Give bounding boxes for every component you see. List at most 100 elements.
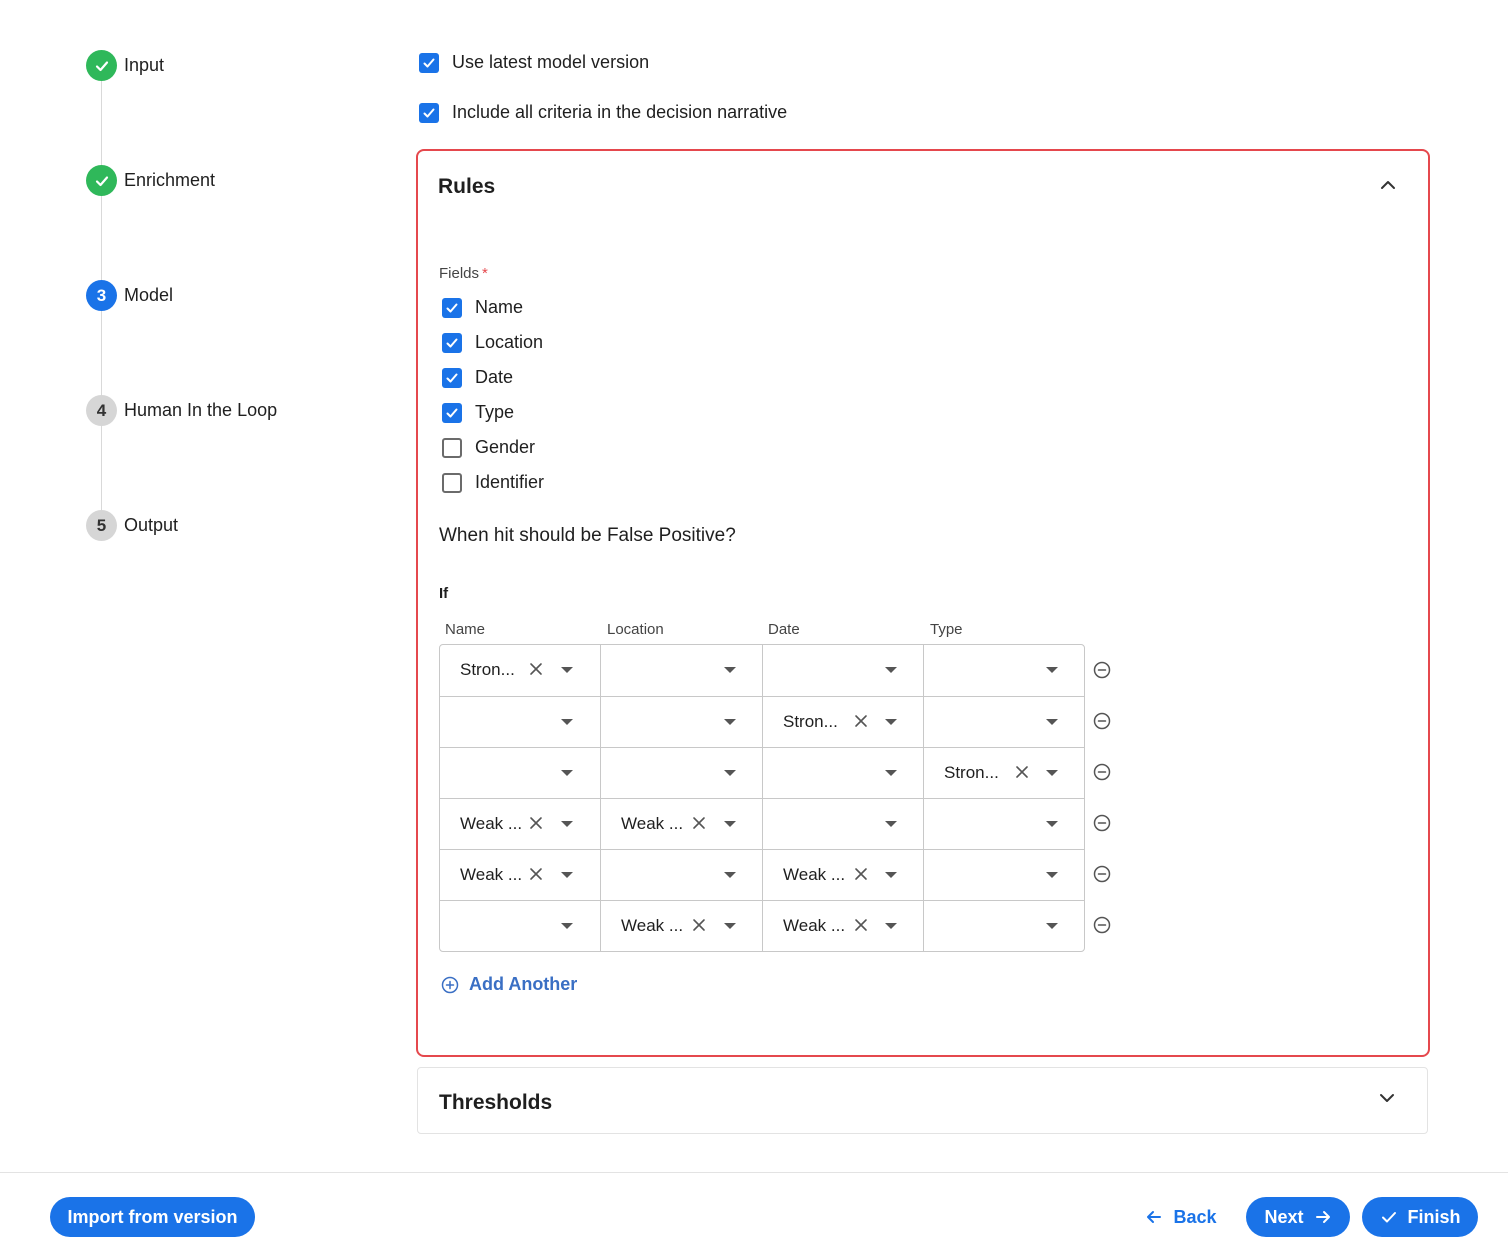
step-model[interactable]: 3 Model bbox=[86, 280, 173, 311]
rule-select-type[interactable] bbox=[923, 901, 1084, 951]
step-enrichment[interactable]: Enrichment bbox=[86, 165, 215, 196]
field-checkbox-date[interactable] bbox=[442, 367, 462, 388]
remove-row-icon[interactable] bbox=[1092, 711, 1112, 731]
finish-button[interactable]: Finish bbox=[1362, 1197, 1478, 1237]
step-human-in-the-loop[interactable]: 4 Human In the Loop bbox=[86, 395, 277, 426]
rule-row: Stron... bbox=[440, 696, 1084, 747]
dropdown-caret-icon[interactable] bbox=[1046, 923, 1058, 929]
back-label: Back bbox=[1173, 1206, 1217, 1227]
field-checkbox-gender[interactable] bbox=[442, 437, 462, 458]
remove-row-icon[interactable] bbox=[1092, 660, 1112, 680]
rule-select-name[interactable] bbox=[440, 901, 600, 951]
dropdown-caret-icon[interactable] bbox=[724, 821, 736, 827]
add-another-button[interactable]: Add Another bbox=[441, 974, 577, 995]
dropdown-caret-icon[interactable] bbox=[561, 923, 573, 929]
rule-select-type[interactable] bbox=[923, 645, 1084, 696]
dropdown-caret-icon[interactable] bbox=[1046, 821, 1058, 827]
import-from-version-button[interactable]: Import from version bbox=[50, 1197, 255, 1237]
rule-select-date[interactable] bbox=[762, 799, 923, 849]
clear-icon[interactable] bbox=[853, 866, 869, 882]
step-output[interactable]: 5 Output bbox=[86, 510, 178, 541]
rule-select-type[interactable] bbox=[923, 697, 1084, 747]
field-option-name[interactable]: Name bbox=[442, 297, 523, 318]
dropdown-caret-icon[interactable] bbox=[1046, 667, 1058, 673]
field-option-identifier[interactable]: Identifier bbox=[442, 472, 544, 493]
dropdown-caret-icon[interactable] bbox=[561, 667, 573, 673]
thresholds-panel[interactable]: Thresholds bbox=[417, 1067, 1428, 1134]
rule-select-date[interactable]: Weak ... bbox=[762, 850, 923, 900]
rule-select-name[interactable]: Weak ... bbox=[440, 850, 600, 900]
include-all-criteria-checkbox[interactable] bbox=[419, 102, 439, 123]
remove-row-icon[interactable] bbox=[1092, 813, 1112, 833]
chevron-up-icon[interactable] bbox=[1378, 175, 1398, 195]
rule-select-name[interactable] bbox=[440, 748, 600, 798]
dropdown-caret-icon[interactable] bbox=[724, 923, 736, 929]
rule-select-location[interactable]: Weak ... bbox=[600, 799, 762, 849]
use-latest-model-option[interactable]: Use latest model version bbox=[419, 52, 649, 73]
remove-row-icon[interactable] bbox=[1092, 864, 1112, 884]
rule-select-name[interactable] bbox=[440, 697, 600, 747]
required-mark: * bbox=[482, 265, 488, 282]
field-option-date[interactable]: Date bbox=[442, 367, 513, 388]
rule-select-location[interactable]: Weak ... bbox=[600, 901, 762, 951]
dropdown-caret-icon[interactable] bbox=[885, 821, 897, 827]
field-checkbox-identifier[interactable] bbox=[442, 472, 462, 493]
field-option-location[interactable]: Location bbox=[442, 332, 543, 353]
dropdown-caret-icon[interactable] bbox=[1046, 770, 1058, 776]
rule-select-type[interactable] bbox=[923, 799, 1084, 849]
remove-row-icon[interactable] bbox=[1092, 762, 1112, 782]
field-checkbox-name[interactable] bbox=[442, 297, 462, 318]
clear-icon[interactable] bbox=[691, 917, 707, 933]
rule-select-location[interactable] bbox=[600, 645, 762, 696]
dropdown-caret-icon[interactable] bbox=[724, 667, 736, 673]
remove-row-icon[interactable] bbox=[1092, 915, 1112, 935]
next-button[interactable]: Next bbox=[1246, 1197, 1350, 1237]
rule-row: Weak ... Weak ... bbox=[440, 900, 1084, 951]
rule-select-type[interactable]: Stron... bbox=[923, 748, 1084, 798]
rule-select-name[interactable]: Stron... bbox=[440, 645, 600, 696]
field-option-gender[interactable]: Gender bbox=[442, 437, 535, 458]
dropdown-caret-icon[interactable] bbox=[1046, 719, 1058, 725]
clear-icon[interactable] bbox=[853, 917, 869, 933]
dropdown-caret-icon[interactable] bbox=[561, 719, 573, 725]
clear-icon[interactable] bbox=[853, 713, 869, 729]
rule-select-date[interactable]: Weak ... bbox=[762, 901, 923, 951]
back-button[interactable]: Back bbox=[1138, 1197, 1224, 1237]
dropdown-caret-icon[interactable] bbox=[885, 923, 897, 929]
dropdown-caret-icon[interactable] bbox=[561, 821, 573, 827]
use-latest-model-checkbox[interactable] bbox=[419, 52, 439, 73]
field-option-type[interactable]: Type bbox=[442, 402, 514, 423]
dropdown-caret-icon[interactable] bbox=[885, 770, 897, 776]
field-label: Gender bbox=[475, 437, 536, 457]
clear-icon[interactable] bbox=[691, 815, 707, 831]
rule-select-date[interactable] bbox=[762, 645, 923, 696]
dropdown-caret-icon[interactable] bbox=[885, 667, 897, 673]
rule-select-location[interactable] bbox=[600, 850, 762, 900]
dropdown-caret-icon[interactable] bbox=[724, 872, 736, 878]
dropdown-caret-icon[interactable] bbox=[885, 872, 897, 878]
clear-icon[interactable] bbox=[528, 815, 544, 831]
dropdown-caret-icon[interactable] bbox=[561, 770, 573, 776]
clear-icon[interactable] bbox=[528, 866, 544, 882]
dropdown-caret-icon[interactable] bbox=[724, 719, 736, 725]
chevron-down-icon[interactable] bbox=[1377, 1088, 1397, 1108]
rule-select-name[interactable]: Weak ... bbox=[440, 799, 600, 849]
field-label: Date bbox=[475, 367, 514, 387]
fields-label: Fields * bbox=[439, 265, 488, 282]
dropdown-caret-icon[interactable] bbox=[885, 719, 897, 725]
clear-icon[interactable] bbox=[528, 661, 544, 677]
rule-select-date[interactable]: Stron... bbox=[762, 697, 923, 747]
rule-select-date[interactable] bbox=[762, 748, 923, 798]
dropdown-caret-icon[interactable] bbox=[561, 872, 573, 878]
step-input[interactable]: Input bbox=[86, 50, 164, 81]
rule-row: Stron... bbox=[440, 747, 1084, 798]
field-checkbox-type[interactable] bbox=[442, 402, 462, 423]
rule-select-type[interactable] bbox=[923, 850, 1084, 900]
include-all-criteria-option[interactable]: Include all criteria in the decision nar… bbox=[419, 102, 787, 123]
dropdown-caret-icon[interactable] bbox=[1046, 872, 1058, 878]
rule-select-location[interactable] bbox=[600, 697, 762, 747]
field-checkbox-location[interactable] bbox=[442, 332, 462, 353]
dropdown-caret-icon[interactable] bbox=[724, 770, 736, 776]
clear-icon[interactable] bbox=[1014, 764, 1030, 780]
rule-select-location[interactable] bbox=[600, 748, 762, 798]
